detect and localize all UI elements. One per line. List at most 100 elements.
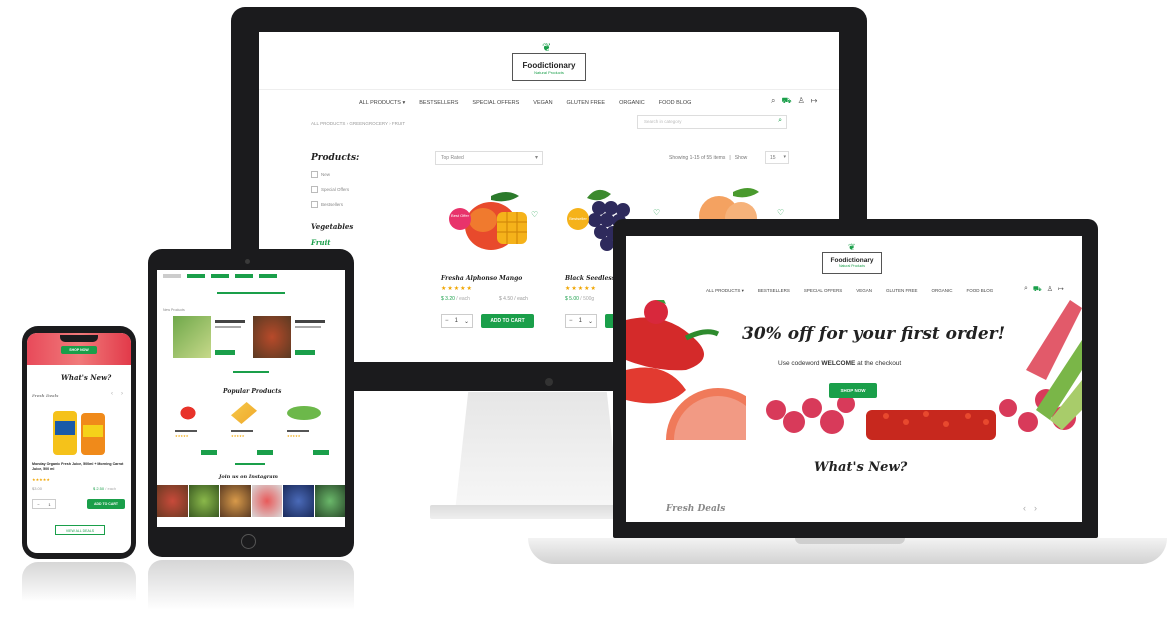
add-to-cart-button[interactable]: ADD TO CART (481, 314, 534, 328)
chevron-right-icon[interactable]: › (121, 391, 123, 397)
add-to-cart-button[interactable]: ADD TO CART (87, 499, 125, 509)
desktop-stand (455, 392, 620, 512)
quantity-stepper[interactable]: −1 (32, 499, 56, 509)
instagram-photo[interactable] (314, 485, 345, 517)
nav-special-offers[interactable]: SPECIAL OFFERS (804, 288, 842, 294)
phone-reflection (22, 562, 136, 602)
home-button[interactable] (241, 534, 256, 549)
nav-pill[interactable] (235, 274, 253, 278)
breadcrumb: ALL PRODUCTS › GREENGROCERY › FRUIT (311, 121, 406, 126)
search-icon[interactable]: ⌕ (1024, 285, 1028, 294)
chevron-left-icon[interactable]: ‹ (111, 391, 113, 397)
nav-vegan[interactable]: VEGAN (856, 288, 872, 294)
accent-line (233, 371, 269, 373)
brand-logo[interactable]: Foodictionary Natural Products (822, 252, 882, 274)
mango-image[interactable] (461, 186, 533, 258)
add-to-cart-button[interactable] (257, 450, 273, 455)
tablet-top-bar (157, 270, 345, 288)
instagram-photo[interactable] (251, 485, 282, 517)
feature-button[interactable] (295, 350, 315, 355)
per-page-select[interactable]: 15 ▾ (765, 151, 789, 164)
checkbox[interactable] (311, 171, 318, 178)
shop-now-button[interactable]: SHOP NOW (829, 383, 877, 398)
category-vegetables[interactable]: Vegetables (311, 222, 353, 231)
add-to-cart-button[interactable] (313, 450, 329, 455)
promo-code: WELCOME (821, 360, 856, 367)
search-icon[interactable]: ⌕ (771, 96, 775, 106)
filter-label: Special Offers (321, 187, 350, 192)
quantity-stepper[interactable]: −1 ⌄ (441, 314, 473, 328)
nav-organic[interactable]: ORGANIC (932, 288, 953, 294)
cart-icon[interactable]: ⛟ (1033, 285, 1042, 294)
nav-pill[interactable] (259, 274, 277, 278)
product-name[interactable]: Monday Organic Fresh Juice, 500ml + Morn… (32, 462, 126, 472)
category-fruit[interactable]: Fruit (311, 238, 331, 247)
chevron-down-icon: ▾ (783, 154, 786, 160)
nav-food-blog[interactable]: FOOD BLOG (967, 288, 994, 294)
phone-notch (60, 335, 98, 342)
hero-banner: 30% off for your first order! Use codewo… (626, 300, 1082, 440)
minus-icon[interactable]: − (37, 502, 39, 507)
quantity-stepper[interactable]: −1 ⌄ (565, 314, 597, 328)
nav-gluten-free[interactable]: GLUTEN FREE (567, 100, 606, 106)
peach-image[interactable] (693, 184, 763, 224)
nav-pill[interactable] (187, 274, 205, 278)
feature-card[interactable] (173, 316, 253, 362)
heart-icon[interactable]: ♡ (653, 208, 660, 217)
quantity-value: 1 (48, 501, 51, 507)
cart-icon[interactable]: ⛟ (781, 96, 791, 106)
nav-bestsellers[interactable]: BESTSELLERS (758, 288, 790, 294)
heart-icon[interactable]: ♡ (531, 210, 538, 219)
product-card[interactable]: Best Offer ♡ Fresha Alphonso Mango ★★★★★… (435, 180, 545, 340)
chevron-left-icon[interactable]: ‹ (1023, 503, 1026, 513)
instagram-photo[interactable] (220, 485, 251, 517)
minus-icon[interactable]: − (569, 318, 573, 324)
nav-all-products[interactable]: ALL PRODUCTS ▾ (359, 100, 405, 106)
tablet-screen: New Products Popular Products ★★★★★ ★★★★… (157, 270, 345, 527)
shop-now-button[interactable]: SHOP NOW (61, 346, 97, 354)
chevron-right-icon[interactable]: › (1034, 503, 1037, 513)
chevron-icon[interactable]: ⌄ (464, 318, 469, 325)
nav-food-blog[interactable]: FOOD BLOG (659, 100, 692, 106)
user-icon[interactable]: ♙ (1047, 285, 1053, 294)
nav-organic[interactable]: ORGANIC (619, 100, 645, 106)
feature-card[interactable] (253, 316, 333, 362)
nav-pill[interactable] (211, 274, 229, 278)
filter-bestsellers[interactable]: Bestsellers (311, 201, 349, 208)
main-nav: ALL PRODUCTS ▾ BESTSELLERS SPECIAL OFFER… (359, 100, 691, 106)
checkbox[interactable] (311, 201, 318, 208)
chevron-icon[interactable]: ⌄ (588, 318, 593, 325)
juice-bottles-image[interactable] (47, 405, 111, 457)
add-to-cart-button[interactable] (201, 450, 217, 455)
brand-logo[interactable]: Foodictionary Natural Products (512, 53, 586, 81)
cheese-image[interactable] (231, 402, 257, 424)
product-name[interactable]: Fresha Alphonso Mango (441, 275, 522, 282)
filter-new[interactable]: New (311, 171, 349, 178)
nav-all-products[interactable]: ALL PRODUCTS ▾ (706, 288, 744, 294)
category-search-input[interactable]: Search in category ⌕ (637, 115, 787, 129)
instagram-photo[interactable] (188, 485, 219, 517)
apple-logo-icon (545, 378, 553, 386)
old-price: $3.00 (32, 486, 43, 491)
filter-special-offers[interactable]: Special Offers (311, 186, 349, 193)
instagram-photo[interactable] (283, 485, 314, 517)
sort-select[interactable]: Top Rated ▾ (435, 151, 543, 165)
nav-gluten-free[interactable]: GLUTEN FREE (886, 288, 918, 294)
logout-icon[interactable]: ↦ (811, 96, 818, 106)
instagram-photo[interactable] (157, 485, 188, 517)
filter-label: Bestsellers (321, 202, 344, 207)
user-icon[interactable]: ♙ (798, 96, 805, 106)
feature-button[interactable] (215, 350, 235, 355)
tomato-image[interactable] (175, 402, 201, 424)
nav-vegan[interactable]: VEGAN (533, 100, 552, 106)
minus-icon[interactable]: − (445, 318, 449, 324)
checkbox[interactable] (311, 186, 318, 193)
nav-bestsellers[interactable]: BESTSELLERS (419, 100, 458, 106)
fresh-deals-label: Fresh Deals (666, 504, 726, 514)
view-all-deals-button[interactable]: VIEW ALL DEALS (55, 525, 105, 535)
peas-image[interactable] (287, 406, 321, 420)
logout-icon[interactable]: ↦ (1058, 285, 1064, 294)
text-line (287, 430, 309, 432)
nav-special-offers[interactable]: SPECIAL OFFERS (472, 100, 519, 106)
heart-icon[interactable]: ♡ (777, 208, 784, 217)
